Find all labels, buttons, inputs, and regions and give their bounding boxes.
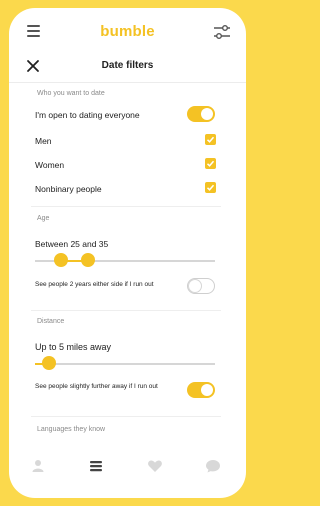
- bottom-nav: [9, 452, 246, 482]
- filters-header: Date filters: [9, 54, 246, 83]
- age-flex-toggle[interactable]: [187, 278, 215, 294]
- option-men-label: Men: [35, 136, 52, 146]
- age-max-thumb[interactable]: [81, 253, 95, 267]
- brand-logo: bumble: [100, 23, 155, 40]
- distance-flex-toggle[interactable]: [187, 382, 215, 398]
- section-label-languages: Languages they know: [37, 426, 106, 433]
- age-flex-label: See people 2 years either side if I run …: [35, 281, 154, 288]
- option-nonbinary-label: Nonbinary people: [35, 184, 102, 194]
- section-label-distance: Distance: [37, 318, 65, 325]
- check-icon: [206, 160, 215, 167]
- divider: [31, 416, 221, 417]
- phone-screen: bumble Date filters Who you want to date…: [9, 8, 246, 498]
- section-label-who: Who you want to date: [37, 90, 105, 97]
- distance-flex-label: See people slightly further away if I ru…: [35, 383, 158, 390]
- divider: [31, 310, 221, 311]
- distance-slider[interactable]: [35, 363, 215, 365]
- profile-icon[interactable]: [30, 458, 46, 474]
- open-to-everyone-toggle[interactable]: [187, 106, 215, 122]
- people-icon[interactable]: [88, 458, 104, 474]
- option-women-label: Women: [35, 160, 65, 170]
- check-icon: [206, 136, 215, 143]
- option-men-checkbox[interactable]: [205, 134, 216, 145]
- divider: [31, 206, 221, 207]
- page-title: Date filters: [101, 60, 154, 71]
- filter-sliders-icon[interactable]: [214, 25, 230, 39]
- distance-thumb[interactable]: [42, 356, 56, 370]
- chat-icon[interactable]: [205, 458, 221, 474]
- open-to-everyone-label: I'm open to dating everyone: [35, 110, 140, 120]
- check-icon: [206, 184, 215, 191]
- section-label-age: Age: [37, 215, 50, 222]
- top-bar: bumble: [9, 8, 246, 58]
- heart-icon[interactable]: [147, 458, 163, 474]
- option-women-checkbox[interactable]: [205, 158, 216, 169]
- age-range-value: Between 25 and 35: [35, 239, 109, 249]
- option-nonbinary-checkbox[interactable]: [205, 182, 216, 193]
- age-min-thumb[interactable]: [54, 253, 68, 267]
- distance-value: Up to 5 miles away: [35, 342, 112, 352]
